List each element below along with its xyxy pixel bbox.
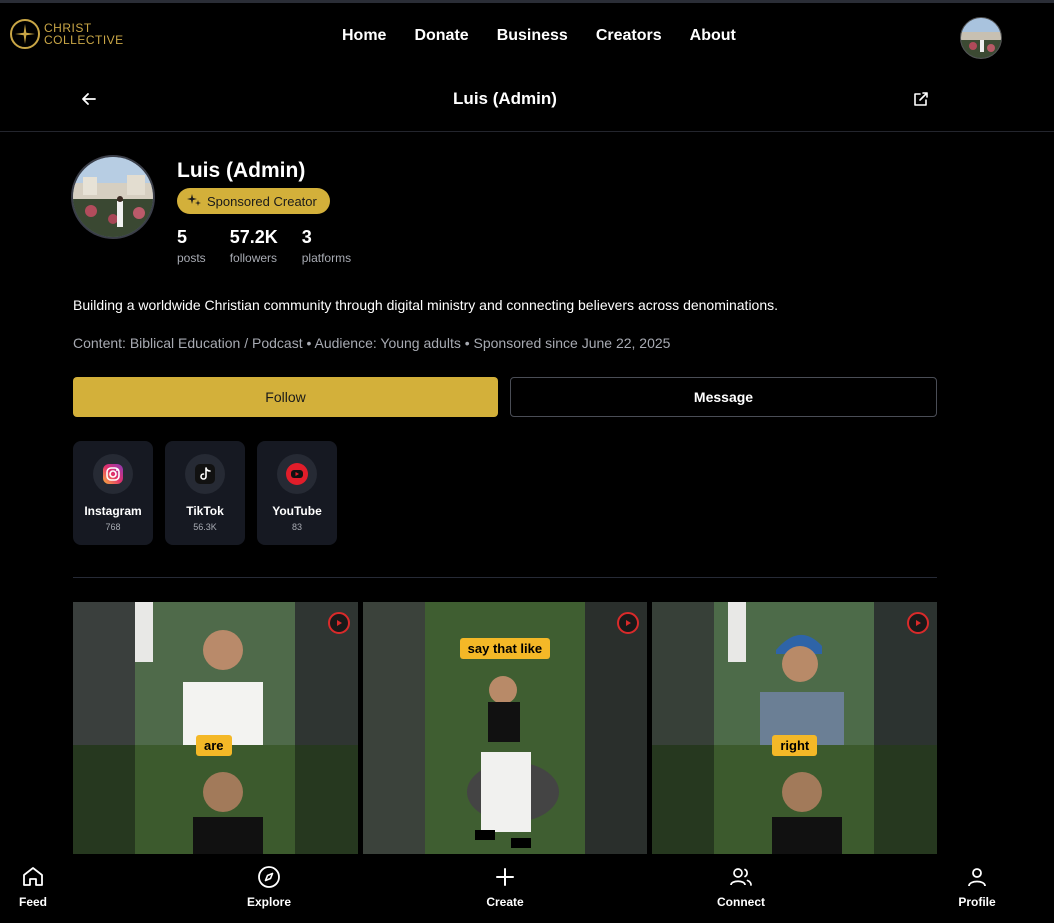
stat-label: posts xyxy=(177,251,206,265)
bottom-nav-explore[interactable]: Explore xyxy=(229,865,309,909)
platform-count: 768 xyxy=(105,522,121,532)
bottom-nav-create[interactable]: Create xyxy=(465,865,545,909)
brand-line-2: COLLECTIVE xyxy=(44,33,124,47)
main-nav: Home Donate Business Creators About xyxy=(342,27,764,45)
nav-donate[interactable]: Donate xyxy=(414,27,468,45)
post-caption: right xyxy=(772,735,818,756)
platform-count: 83 xyxy=(291,522,302,532)
profile-name: Luis (Admin) xyxy=(177,159,306,182)
profile-header-bar: Luis (Admin) xyxy=(0,70,1054,132)
user-avatar[interactable] xyxy=(960,17,1002,59)
nav-home[interactable]: Home xyxy=(342,27,386,45)
stat-value: 3 xyxy=(301,227,312,247)
platform-count: 56.3K xyxy=(193,522,217,532)
plus-icon xyxy=(496,868,514,886)
user-icon xyxy=(968,868,986,887)
users-icon xyxy=(730,868,752,886)
platform-list: Instagram 768 TikTok 56.3K YouTube 83 xyxy=(73,441,337,545)
platform-card-youtube[interactable]: YouTube 83 xyxy=(257,441,337,545)
stat-platforms: 3 platforms xyxy=(302,226,351,265)
post-image xyxy=(73,602,358,854)
platform-card-instagram[interactable]: Instagram 768 xyxy=(73,441,153,545)
posts-grid: are say that like right xyxy=(73,602,937,854)
stat-label: followers xyxy=(229,251,278,265)
bottom-nav-feed[interactable]: Feed xyxy=(0,865,73,909)
bottom-nav-connect[interactable]: Connect xyxy=(701,865,781,909)
stat-followers: 57.2K followers xyxy=(230,226,278,265)
bottom-nav-profile[interactable]: Profile xyxy=(937,865,1017,909)
platform-name: Instagram xyxy=(84,504,142,518)
post-thumbnail[interactable]: are xyxy=(73,602,358,854)
bottom-nav-label: Connect xyxy=(717,895,765,909)
platform-name: TikTok xyxy=(186,504,224,518)
profile-bio: Building a worldwide Christian community… xyxy=(73,297,779,313)
bottom-nav-label: Profile xyxy=(958,895,996,909)
youtube-icon xyxy=(327,612,350,634)
post-caption: say that like xyxy=(459,638,551,659)
platform-card-tiktok[interactable]: TikTok 56.3K xyxy=(165,441,245,545)
profile-avatar xyxy=(71,155,155,239)
youtube-icon xyxy=(907,612,930,634)
youtube-icon xyxy=(277,454,317,494)
external-link-icon[interactable] xyxy=(912,90,930,108)
bottom-navbar: Feed Explore Create Connect Profile xyxy=(0,855,1054,923)
sponsored-badge: Sponsored Creator xyxy=(177,188,330,214)
brand-logo[interactable]: CHRIST COLLECTIVE xyxy=(10,19,124,49)
sparkle-icon xyxy=(187,193,201,210)
platform-name: YouTube xyxy=(272,504,322,518)
badge-label: Sponsored Creator xyxy=(207,193,317,209)
tiktok-icon xyxy=(185,454,225,494)
message-button[interactable]: Message xyxy=(510,377,937,417)
star-icon xyxy=(10,19,40,49)
stat-value: 5 xyxy=(177,227,188,247)
bottom-nav-label: Create xyxy=(486,895,524,909)
nav-business[interactable]: Business xyxy=(497,27,568,45)
compass-icon xyxy=(258,866,280,888)
page-title: Luis (Admin) xyxy=(453,89,557,108)
post-caption: are xyxy=(196,735,232,756)
profile-meta: Content: Biblical Education / Podcast • … xyxy=(73,335,671,351)
section-divider xyxy=(73,577,937,578)
home-icon xyxy=(23,867,43,886)
follow-button[interactable]: Follow xyxy=(73,377,498,417)
post-thumbnail[interactable]: right xyxy=(652,602,937,854)
nav-creators[interactable]: Creators xyxy=(596,27,662,45)
stat-posts: 5 posts xyxy=(177,226,206,265)
bottom-nav-label: Feed xyxy=(18,895,47,909)
post-thumbnail[interactable]: say that like xyxy=(362,602,648,854)
top-navbar: CHRIST COLLECTIVE Home Donate Business C… xyxy=(0,0,1054,70)
nav-about[interactable]: About xyxy=(690,27,736,45)
stat-value: 57.2K xyxy=(229,227,278,247)
instagram-icon xyxy=(93,454,133,494)
bottom-nav-label: Explore xyxy=(246,895,291,909)
stat-label: platforms xyxy=(301,251,352,265)
profile-stats: 5 posts 57.2K followers 3 platforms xyxy=(177,226,375,265)
post-image xyxy=(652,602,937,854)
